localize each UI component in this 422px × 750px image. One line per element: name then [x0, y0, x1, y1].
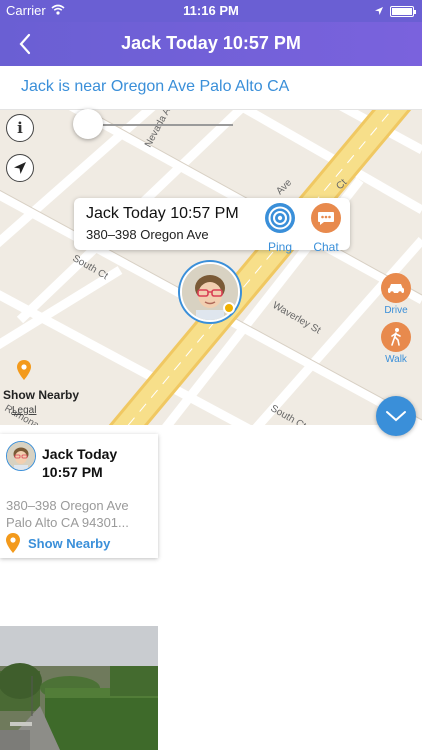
- map-pin-icon: [6, 533, 20, 553]
- location-text: Jack is near Oregon Ave Palo Alto CA: [21, 78, 290, 95]
- drive-button[interactable]: Drive: [379, 273, 413, 316]
- street-label-south-ct-right: South Ct: [269, 403, 308, 425]
- ping-button[interactable]: Ping: [260, 202, 300, 254]
- status-right: [374, 4, 416, 19]
- avatar-small: [6, 441, 36, 471]
- location-bar: Jack is near Oregon Ave Palo Alto CA: [0, 66, 422, 110]
- avatar-status-dot: [223, 302, 235, 314]
- nav-bar: Jack Today 10:57 PM: [0, 22, 422, 66]
- car-icon: [381, 273, 411, 303]
- chevron-down-icon: [386, 411, 406, 422]
- info-card[interactable]: Jack Today 10:57 PM 380–398 Oregon Ave P…: [0, 434, 158, 558]
- chat-bubble-icon: [311, 203, 341, 233]
- child-face-icon: [7, 442, 35, 470]
- map-pin-icon: [17, 360, 31, 380]
- zoom-slider-track[interactable]: [88, 124, 233, 126]
- street-label-ave: Ave: [274, 177, 294, 197]
- walk-label: Walk: [385, 354, 407, 365]
- locate-button[interactable]: [6, 154, 34, 182]
- popup-address: 380–398 Oregon Ave: [86, 227, 209, 242]
- chat-label: Chat: [313, 240, 339, 254]
- location-arrow-icon: [374, 4, 384, 19]
- page-title: Jack Today 10:57 PM: [121, 33, 301, 53]
- legal-link[interactable]: Legal: [12, 405, 36, 416]
- target-icon: [265, 203, 295, 233]
- walking-person-icon: [381, 322, 411, 352]
- chat-button[interactable]: Chat: [306, 202, 346, 254]
- street-view-image[interactable]: [0, 626, 158, 750]
- card-address-line2: Palo Alto CA 94301...: [6, 515, 129, 530]
- street-view-photo: [0, 626, 158, 750]
- walk-button[interactable]: Walk: [379, 322, 413, 365]
- status-bar: Carrier 11:16 PM: [0, 0, 422, 22]
- show-nearby-map-button[interactable]: Show Nearby: [3, 360, 83, 402]
- info-icon: i: [17, 119, 23, 137]
- card-time: 10:57 PM: [42, 464, 103, 480]
- drive-label: Drive: [384, 305, 408, 316]
- show-nearby-map-label: Show Nearby: [3, 388, 80, 402]
- map-popup: Jack Today 10:57 PM 380–398 Oregon Ave P…: [74, 198, 350, 254]
- popup-title: Jack Today 10:57 PM: [86, 205, 239, 222]
- info-button[interactable]: i: [6, 114, 34, 142]
- card-address-line1: 380–398 Oregon Ave: [6, 498, 129, 513]
- zoom-slider-knob[interactable]: [73, 109, 103, 139]
- card-show-nearby-button[interactable]: Show Nearby: [6, 533, 110, 553]
- street-label-waverley: Waverley St: [271, 300, 323, 336]
- status-time: 11:16 PM: [183, 3, 239, 18]
- card-show-nearby-label: Show Nearby: [28, 535, 111, 551]
- card-name: Jack Today: [42, 446, 118, 462]
- battery-icon: [390, 6, 416, 17]
- navigation-arrow-icon: [14, 162, 26, 174]
- ping-label: Ping: [267, 240, 293, 254]
- expand-button[interactable]: [376, 396, 416, 436]
